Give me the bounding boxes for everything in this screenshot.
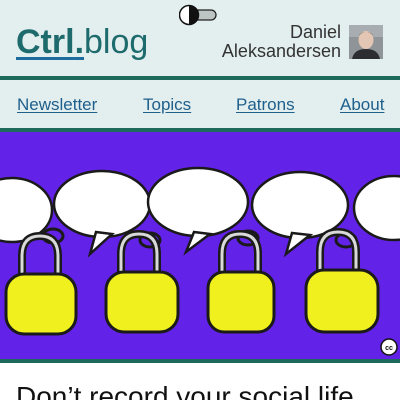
site-header: Ctrl.blog Daniel Aleksandersen [0,0,400,76]
cc-license-icon[interactable]: cc [380,338,398,356]
main-nav: Newsletter Topics Patrons About [0,80,400,128]
logo-ctrl: Ctrl [16,23,75,61]
contrast-icon [179,4,200,26]
author-first-name: Daniel [289,22,341,42]
author-last-name: Aleksandersen [221,41,341,61]
logo-blog: blog [84,23,149,61]
nav-link-patrons[interactable]: Patrons [236,95,295,115]
cc-label: cc [385,345,393,352]
theme-toggle[interactable] [179,4,217,26]
author-photo [349,25,383,59]
site-logo[interactable]: Ctrl.blog [16,22,148,62]
author-byline: Daniel Aleksandersen [222,23,341,61]
logo-dot: . [74,23,85,61]
nav-link-newsletter[interactable]: Newsletter [17,95,97,115]
nav-link-about[interactable]: About [340,95,384,115]
article-title: Don’t record your social life [16,381,354,400]
article-content: Don’t record your social life [0,363,400,400]
hero-image [0,132,400,359]
nav-link-topics[interactable]: Topics [143,95,191,115]
avatar[interactable] [349,25,383,59]
